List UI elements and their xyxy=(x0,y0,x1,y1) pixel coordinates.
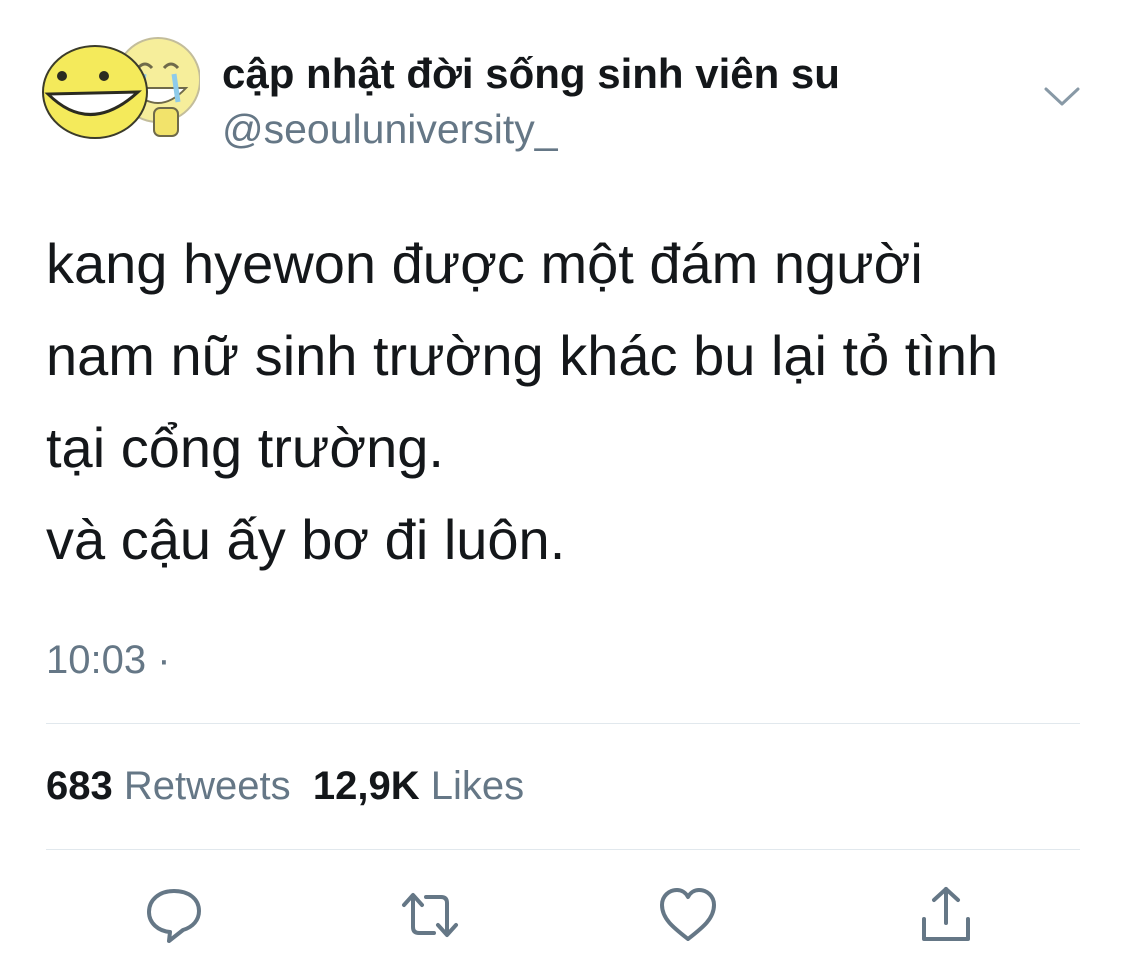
tweet-stats: 683 Retweets 12,9K Likes xyxy=(46,764,524,809)
likes-count[interactable]: 12,9K xyxy=(313,764,420,808)
avatar[interactable] xyxy=(40,30,201,145)
chevron-down-icon[interactable] xyxy=(1042,84,1082,110)
divider xyxy=(46,723,1080,724)
divider xyxy=(46,849,1080,850)
reply-button[interactable] xyxy=(142,883,206,947)
retweet-icon xyxy=(402,893,458,937)
retweets-label[interactable]: Retweets xyxy=(124,764,291,808)
laughing-emoji-avatar-icon xyxy=(42,37,201,139)
share-button[interactable] xyxy=(914,883,978,947)
user-handle[interactable]: @seouluniversity_ xyxy=(222,106,558,153)
tweet-text-line: kang hyewon được một đám người xyxy=(46,232,923,295)
share-icon xyxy=(922,887,970,941)
tweet-text-line: và cậu ấy bơ đi luôn. xyxy=(46,508,566,571)
retweets-count[interactable]: 683 xyxy=(46,764,113,808)
like-button[interactable] xyxy=(656,883,720,947)
display-name[interactable]: cập nhật đời sống sinh viên su xyxy=(222,50,840,98)
tweet-timestamp[interactable]: 10:03 · xyxy=(46,638,171,683)
heart-icon xyxy=(660,888,716,941)
likes-label[interactable]: Likes xyxy=(431,764,524,808)
tweet-text-line: tại cổng trường. xyxy=(46,416,444,479)
tweet-text: kang hyewon được một đám người nam nữ si… xyxy=(46,218,1096,586)
tweet-text-line: nam nữ sinh trường khác bu lại tỏ tình xyxy=(46,324,999,387)
reply-icon xyxy=(147,889,201,943)
retweet-button[interactable] xyxy=(398,883,462,947)
